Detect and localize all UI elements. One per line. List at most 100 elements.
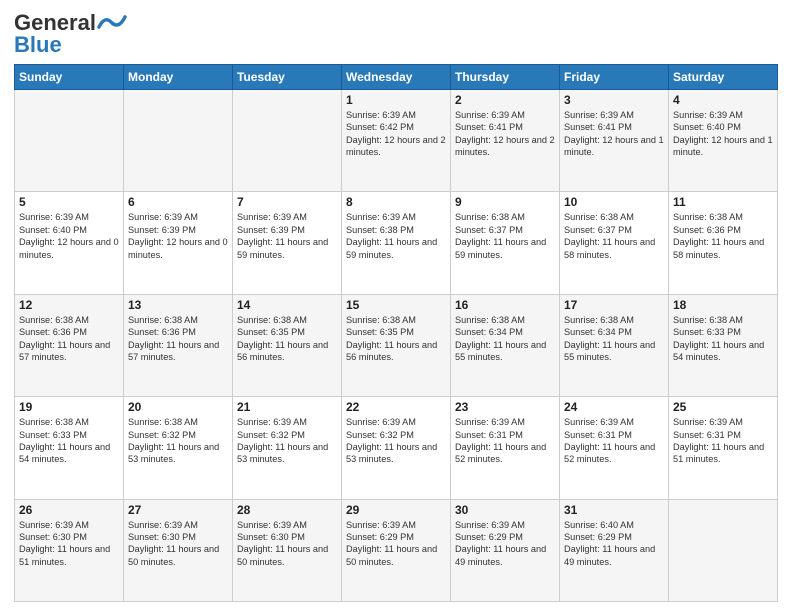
day-sunrise: Sunrise: 6:39 AMSunset: 6:39 PMDaylight:… (128, 212, 228, 259)
day-sunrise: Sunrise: 6:38 AMSunset: 6:37 PMDaylight:… (455, 212, 546, 259)
calendar-cell: 4 Sunrise: 6:39 AMSunset: 6:40 PMDayligh… (669, 90, 778, 192)
day-sunrise: Sunrise: 6:38 AMSunset: 6:34 PMDaylight:… (455, 315, 546, 362)
day-sunrise: Sunrise: 6:39 AMSunset: 6:32 PMDaylight:… (237, 417, 328, 464)
day-number: 28 (237, 503, 337, 517)
day-number: 19 (19, 400, 119, 414)
day-sunrise: Sunrise: 6:38 AMSunset: 6:32 PMDaylight:… (128, 417, 219, 464)
day-number: 15 (346, 298, 446, 312)
weekday-header-thursday: Thursday (451, 65, 560, 90)
day-sunrise: Sunrise: 6:39 AMSunset: 6:30 PMDaylight:… (237, 520, 328, 567)
weekday-header-tuesday: Tuesday (233, 65, 342, 90)
day-sunrise: Sunrise: 6:38 AMSunset: 6:36 PMDaylight:… (128, 315, 219, 362)
day-number: 7 (237, 195, 337, 209)
day-number: 24 (564, 400, 664, 414)
day-sunrise: Sunrise: 6:38 AMSunset: 6:33 PMDaylight:… (19, 417, 110, 464)
calendar-cell: 14 Sunrise: 6:38 AMSunset: 6:35 PMDaylig… (233, 294, 342, 396)
calendar-cell: 30 Sunrise: 6:39 AMSunset: 6:29 PMDaylig… (451, 499, 560, 601)
day-sunrise: Sunrise: 6:39 AMSunset: 6:39 PMDaylight:… (237, 212, 328, 259)
day-sunrise: Sunrise: 6:39 AMSunset: 6:32 PMDaylight:… (346, 417, 437, 464)
day-sunrise: Sunrise: 6:38 AMSunset: 6:35 PMDaylight:… (346, 315, 437, 362)
calendar-cell: 31 Sunrise: 6:40 AMSunset: 6:29 PMDaylig… (560, 499, 669, 601)
day-number: 6 (128, 195, 228, 209)
weekday-header-monday: Monday (124, 65, 233, 90)
page: General Blue SundayMondayTuesdayWednesda… (0, 0, 792, 612)
calendar-cell: 23 Sunrise: 6:39 AMSunset: 6:31 PMDaylig… (451, 397, 560, 499)
calendar-cell: 12 Sunrise: 6:38 AMSunset: 6:36 PMDaylig… (15, 294, 124, 396)
weekday-header-wednesday: Wednesday (342, 65, 451, 90)
calendar-cell: 10 Sunrise: 6:38 AMSunset: 6:37 PMDaylig… (560, 192, 669, 294)
day-sunrise: Sunrise: 6:39 AMSunset: 6:38 PMDaylight:… (346, 212, 437, 259)
day-sunrise: Sunrise: 6:38 AMSunset: 6:36 PMDaylight:… (19, 315, 110, 362)
weekday-header-saturday: Saturday (669, 65, 778, 90)
calendar-cell: 7 Sunrise: 6:39 AMSunset: 6:39 PMDayligh… (233, 192, 342, 294)
day-number: 25 (673, 400, 773, 414)
day-sunrise: Sunrise: 6:39 AMSunset: 6:29 PMDaylight:… (455, 520, 546, 567)
day-number: 21 (237, 400, 337, 414)
day-number: 30 (455, 503, 555, 517)
weekday-header-sunday: Sunday (15, 65, 124, 90)
calendar-cell: 22 Sunrise: 6:39 AMSunset: 6:32 PMDaylig… (342, 397, 451, 499)
calendar-cell (669, 499, 778, 601)
day-number: 5 (19, 195, 119, 209)
logo-area: General Blue (14, 10, 127, 56)
day-sunrise: Sunrise: 6:39 AMSunset: 6:40 PMDaylight:… (673, 110, 773, 157)
day-sunrise: Sunrise: 6:39 AMSunset: 6:30 PMDaylight:… (19, 520, 110, 567)
calendar-cell (15, 90, 124, 192)
calendar-cell: 3 Sunrise: 6:39 AMSunset: 6:41 PMDayligh… (560, 90, 669, 192)
day-number: 9 (455, 195, 555, 209)
day-number: 13 (128, 298, 228, 312)
day-sunrise: Sunrise: 6:39 AMSunset: 6:41 PMDaylight:… (564, 110, 664, 157)
calendar-cell: 27 Sunrise: 6:39 AMSunset: 6:30 PMDaylig… (124, 499, 233, 601)
calendar-cell: 29 Sunrise: 6:39 AMSunset: 6:29 PMDaylig… (342, 499, 451, 601)
weekday-header-friday: Friday (560, 65, 669, 90)
calendar-cell: 5 Sunrise: 6:39 AMSunset: 6:40 PMDayligh… (15, 192, 124, 294)
calendar-cell: 25 Sunrise: 6:39 AMSunset: 6:31 PMDaylig… (669, 397, 778, 499)
day-sunrise: Sunrise: 6:39 AMSunset: 6:31 PMDaylight:… (455, 417, 546, 464)
day-number: 23 (455, 400, 555, 414)
day-sunrise: Sunrise: 6:40 AMSunset: 6:29 PMDaylight:… (564, 520, 655, 567)
calendar-cell: 15 Sunrise: 6:38 AMSunset: 6:35 PMDaylig… (342, 294, 451, 396)
day-number: 22 (346, 400, 446, 414)
day-number: 14 (237, 298, 337, 312)
calendar-cell (233, 90, 342, 192)
day-sunrise: Sunrise: 6:39 AMSunset: 6:42 PMDaylight:… (346, 110, 446, 157)
day-number: 27 (128, 503, 228, 517)
calendar-week-row: 26 Sunrise: 6:39 AMSunset: 6:30 PMDaylig… (15, 499, 778, 601)
day-number: 2 (455, 93, 555, 107)
day-number: 17 (564, 298, 664, 312)
weekday-header-row: SundayMondayTuesdayWednesdayThursdayFrid… (15, 65, 778, 90)
day-sunrise: Sunrise: 6:38 AMSunset: 6:35 PMDaylight:… (237, 315, 328, 362)
day-sunrise: Sunrise: 6:38 AMSunset: 6:33 PMDaylight:… (673, 315, 764, 362)
calendar-cell: 6 Sunrise: 6:39 AMSunset: 6:39 PMDayligh… (124, 192, 233, 294)
calendar-cell: 20 Sunrise: 6:38 AMSunset: 6:32 PMDaylig… (124, 397, 233, 499)
calendar-cell: 26 Sunrise: 6:39 AMSunset: 6:30 PMDaylig… (15, 499, 124, 601)
calendar-cell: 16 Sunrise: 6:38 AMSunset: 6:34 PMDaylig… (451, 294, 560, 396)
day-number: 31 (564, 503, 664, 517)
day-number: 26 (19, 503, 119, 517)
calendar-table: SundayMondayTuesdayWednesdayThursdayFrid… (14, 64, 778, 602)
logo-blue-text: Blue (14, 34, 62, 56)
calendar-cell: 9 Sunrise: 6:38 AMSunset: 6:37 PMDayligh… (451, 192, 560, 294)
day-number: 10 (564, 195, 664, 209)
day-sunrise: Sunrise: 6:38 AMSunset: 6:34 PMDaylight:… (564, 315, 655, 362)
day-sunrise: Sunrise: 6:39 AMSunset: 6:30 PMDaylight:… (128, 520, 219, 567)
day-number: 4 (673, 93, 773, 107)
calendar-cell: 18 Sunrise: 6:38 AMSunset: 6:33 PMDaylig… (669, 294, 778, 396)
calendar-cell: 11 Sunrise: 6:38 AMSunset: 6:36 PMDaylig… (669, 192, 778, 294)
day-sunrise: Sunrise: 6:39 AMSunset: 6:29 PMDaylight:… (346, 520, 437, 567)
day-number: 3 (564, 93, 664, 107)
day-number: 1 (346, 93, 446, 107)
day-number: 16 (455, 298, 555, 312)
calendar-cell (124, 90, 233, 192)
day-sunrise: Sunrise: 6:39 AMSunset: 6:31 PMDaylight:… (673, 417, 764, 464)
header: General Blue (14, 10, 778, 56)
day-sunrise: Sunrise: 6:39 AMSunset: 6:31 PMDaylight:… (564, 417, 655, 464)
day-number: 12 (19, 298, 119, 312)
calendar-week-row: 12 Sunrise: 6:38 AMSunset: 6:36 PMDaylig… (15, 294, 778, 396)
logo-wave-icon (97, 11, 127, 33)
day-sunrise: Sunrise: 6:38 AMSunset: 6:37 PMDaylight:… (564, 212, 655, 259)
calendar-week-row: 5 Sunrise: 6:39 AMSunset: 6:40 PMDayligh… (15, 192, 778, 294)
day-number: 18 (673, 298, 773, 312)
calendar-cell: 21 Sunrise: 6:39 AMSunset: 6:32 PMDaylig… (233, 397, 342, 499)
calendar-cell: 13 Sunrise: 6:38 AMSunset: 6:36 PMDaylig… (124, 294, 233, 396)
